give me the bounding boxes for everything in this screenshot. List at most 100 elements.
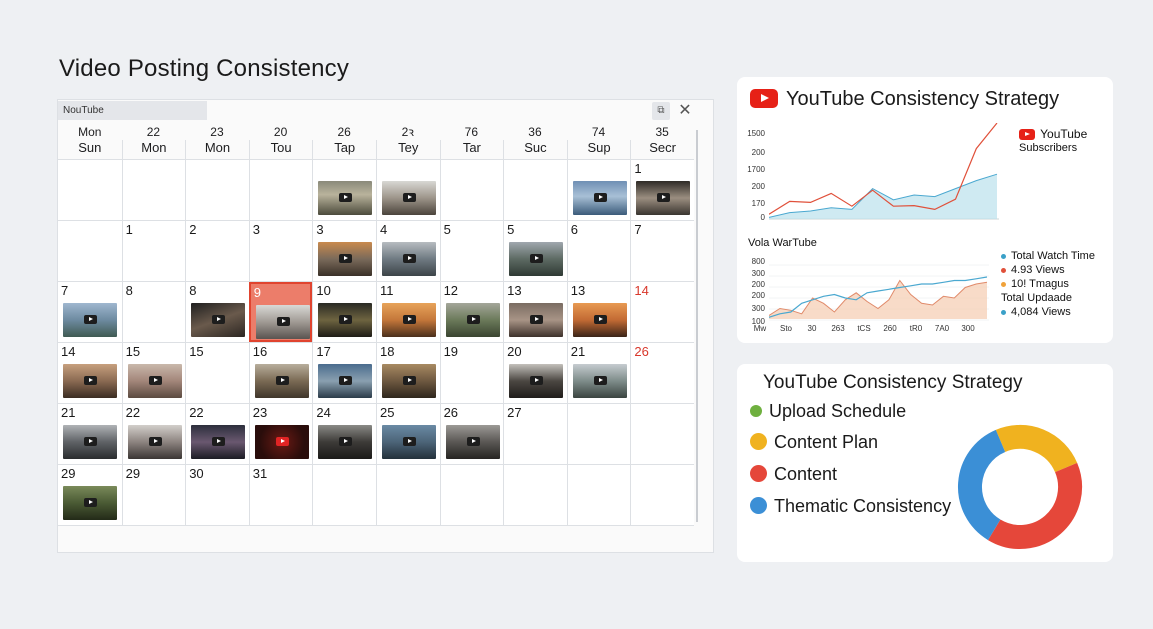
calendar-tab[interactable]: NouTube xyxy=(58,101,207,120)
calendar-day-cell[interactable]: 25 xyxy=(375,404,440,464)
calendar-day-cell[interactable]: 24 xyxy=(312,404,376,464)
calendar-day-cell[interactable]: 13 xyxy=(566,282,631,342)
play-icon xyxy=(339,437,353,446)
video-thumbnail[interactable] xyxy=(254,364,309,398)
video-thumbnail[interactable] xyxy=(255,305,310,339)
calendar-day-cell[interactable]: 2 xyxy=(185,221,249,281)
calendar-day-cell[interactable] xyxy=(503,160,567,220)
day-number: 18 xyxy=(379,344,395,359)
calendar-day-cell[interactable] xyxy=(248,160,313,220)
calendar-day-cell[interactable] xyxy=(312,465,376,525)
calendar-day-cell[interactable]: 12 xyxy=(439,282,504,342)
calendar-day-cell[interactable]: 22 xyxy=(121,404,186,464)
calendar-day-cell[interactable]: 22 xyxy=(185,404,249,464)
calendar-day-cell[interactable]: 19 xyxy=(439,343,504,403)
calendar-day-cell[interactable]: 30 xyxy=(185,465,249,525)
calendar-day-cell[interactable]: 11 xyxy=(375,282,440,342)
calendar-day-cell[interactable]: 27 xyxy=(503,404,567,464)
calendar-day-cell[interactable]: 29 xyxy=(121,465,186,525)
video-thumbnail[interactable] xyxy=(318,242,373,276)
play-icon xyxy=(339,315,353,324)
calendar-day-cell[interactable] xyxy=(630,404,694,464)
video-thumbnail[interactable] xyxy=(381,242,436,276)
calendar-day-cell-selected[interactable]: 9 xyxy=(248,282,313,342)
calendar-day-cell[interactable]: 20 xyxy=(503,343,567,403)
calendar-day-cell[interactable]: 21 xyxy=(566,343,631,403)
calendar-scrollbar[interactable] xyxy=(696,130,698,522)
calendar-week-row: 14 15 15 16 17 18 19 20 21 26 xyxy=(58,343,694,404)
calendar-day-cell[interactable] xyxy=(439,465,504,525)
video-thumbnail[interactable] xyxy=(127,425,182,459)
video-thumbnail[interactable] xyxy=(318,181,373,215)
calendar-day-cell[interactable] xyxy=(58,221,122,281)
calendar-day-cell[interactable] xyxy=(566,465,631,525)
calendar-day-cell[interactable]: 16 xyxy=(248,343,313,403)
calendar-day-cell[interactable] xyxy=(630,465,694,525)
calendar-day-cell[interactable]: 26 xyxy=(439,404,504,464)
video-thumbnail[interactable] xyxy=(63,486,117,520)
calendar-day-cell[interactable] xyxy=(121,160,186,220)
calendar-day-cell[interactable]: 10 xyxy=(312,282,376,342)
video-thumbnail[interactable] xyxy=(63,364,117,398)
calendar-day-cell[interactable]: 14 xyxy=(58,343,122,403)
calendar-day-cell[interactable]: 5 xyxy=(503,221,567,281)
video-thumbnail[interactable] xyxy=(381,425,436,459)
video-thumbnail[interactable] xyxy=(509,303,564,337)
calendar-day-cell[interactable]: 7 xyxy=(58,282,122,342)
video-thumbnail[interactable] xyxy=(191,425,246,459)
video-thumbnail[interactable] xyxy=(191,303,246,337)
day-number: 10 xyxy=(316,283,331,298)
video-thumbnail[interactable] xyxy=(63,425,117,459)
calendar-day-cell[interactable]: 1 xyxy=(630,160,694,220)
calendar-day-cell[interactable]: 1 xyxy=(121,221,186,281)
calendar-day-cell[interactable]: 18 xyxy=(375,343,440,403)
calendar-day-cell[interactable] xyxy=(503,465,567,525)
play-icon xyxy=(402,254,416,263)
calendar-day-cell[interactable]: 15 xyxy=(185,343,249,403)
video-thumbnail[interactable] xyxy=(445,303,500,337)
restore-icon[interactable]: ⧉ xyxy=(652,102,670,120)
calendar-day-cell[interactable] xyxy=(566,160,631,220)
calendar-day-cell[interactable]: 6 xyxy=(566,221,631,281)
calendar-day-cell[interactable]: 15 xyxy=(121,343,186,403)
video-thumbnail[interactable] xyxy=(509,242,564,276)
calendar-day-cell[interactable] xyxy=(439,160,504,220)
calendar-day-cell[interactable]: 26 xyxy=(630,343,694,403)
calendar-day-cell[interactable]: 3 xyxy=(312,221,376,281)
video-thumbnail[interactable] xyxy=(318,425,373,459)
calendar-day-cell[interactable]: 17 xyxy=(312,343,376,403)
video-thumbnail[interactable] xyxy=(318,364,373,398)
video-thumbnail[interactable] xyxy=(127,364,182,398)
calendar-day-cell[interactable]: 23 xyxy=(248,404,313,464)
video-thumbnail[interactable] xyxy=(509,364,564,398)
calendar-day-cell[interactable] xyxy=(185,160,249,220)
calendar-day-cell[interactable]: 5 xyxy=(439,221,504,281)
calendar-day-cell[interactable] xyxy=(566,404,631,464)
video-thumbnail[interactable] xyxy=(572,303,627,337)
calendar-day-cell[interactable]: 13 xyxy=(503,282,567,342)
calendar-day-cell[interactable]: 4 xyxy=(375,221,440,281)
video-thumbnail[interactable] xyxy=(381,364,436,398)
video-thumbnail[interactable] xyxy=(63,303,117,337)
video-thumbnail[interactable] xyxy=(445,425,500,459)
calendar-day-cell[interactable] xyxy=(58,160,122,220)
close-icon[interactable]: ✕ xyxy=(676,102,694,120)
calendar-day-cell[interactable]: 7 xyxy=(630,221,694,281)
calendar-day-cell[interactable]: 29 xyxy=(58,465,122,525)
video-thumbnail[interactable] xyxy=(572,364,627,398)
video-thumbnail[interactable] xyxy=(572,181,627,215)
video-thumbnail[interactable] xyxy=(381,181,436,215)
calendar-day-cell[interactable] xyxy=(375,465,440,525)
calendar-day-cell[interactable]: 8 xyxy=(185,282,249,342)
calendar-day-cell[interactable]: 3 xyxy=(248,221,313,281)
calendar-day-cell[interactable]: 8 xyxy=(121,282,186,342)
calendar-day-cell[interactable]: 21 xyxy=(58,404,122,464)
video-thumbnail[interactable] xyxy=(636,181,691,215)
video-thumbnail[interactable] xyxy=(318,303,373,337)
video-thumbnail[interactable] xyxy=(254,425,309,459)
video-thumbnail[interactable] xyxy=(381,303,436,337)
calendar-day-cell[interactable] xyxy=(375,160,440,220)
calendar-day-cell[interactable]: 31 xyxy=(248,465,313,525)
calendar-day-cell[interactable]: 14 xyxy=(630,282,694,342)
calendar-day-cell[interactable] xyxy=(312,160,376,220)
